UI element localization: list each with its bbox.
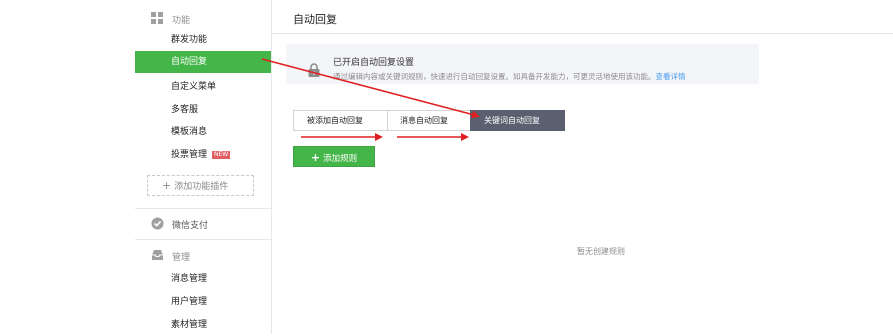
sidebar-item-template-message[interactable]: 模板消息 (135, 121, 271, 143)
new-badge: NEW (212, 151, 231, 159)
sidebar-group-payment-label: 微信支付 (172, 220, 209, 231)
sidebar: 功能 群发功能 自动回复 自定义菜单 多客服 模板消息 投票管理 NEW + 添加功… (135, 0, 272, 334)
grid-icon (151, 12, 165, 26)
sidebar-item-auto-reply[interactable]: 自动回复 (135, 51, 271, 73)
sidebar-group-payment[interactable]: 微信支付 (135, 213, 271, 235)
sidebar-item-user-manage[interactable]: 用户管理 (135, 291, 271, 313)
lock-icon (308, 63, 320, 77)
sidebar-group-features: 功能 (135, 8, 271, 30)
notice-description: 通过编辑内容或关键词规则，快速进行自动回复设置。如具备开发能力，可更灵活地使用该… (333, 71, 686, 82)
main-content: 自动回复 已开启自动回复设置 通过编辑内容或关键词规则，快速进行自动回复设置。如… (272, 0, 893, 334)
sidebar-item-vote-manage-label: 投票管理 (171, 150, 208, 160)
add-rule-label: 添加规则 (323, 154, 358, 164)
wechat-pay-icon (151, 217, 165, 231)
add-plugin-label: 添加功能插件 (174, 182, 229, 192)
inbox-icon (151, 249, 165, 263)
auto-reply-notice: 已开启自动回复设置 通过编辑内容或关键词规则，快速进行自动回复设置。如具备开发能… (286, 44, 759, 84)
sidebar-item-material-manage[interactable]: 素材管理 (135, 314, 271, 336)
add-plugin-button[interactable]: + 添加功能插件 (147, 175, 254, 196)
tab-keyword-auto-reply[interactable]: 关键词自动回复 (470, 110, 565, 131)
sidebar-divider (135, 239, 271, 240)
empty-state-text: 暂无创建规则 (577, 247, 625, 256)
sidebar-group-manage: 管理 (135, 245, 271, 267)
plus-icon: + (162, 179, 172, 192)
sidebar-group-features-label: 功能 (172, 15, 191, 26)
plus-icon: + (310, 151, 321, 164)
tab-added-auto-reply[interactable]: 被添加自动回复 (293, 110, 388, 131)
sidebar-item-message-manage[interactable]: 消息管理 (135, 268, 271, 290)
page-title: 自动回复 (293, 13, 337, 26)
sidebar-divider (135, 208, 271, 209)
notice-description-text: 通过编辑内容或关键词规则，快速进行自动回复设置。如具备开发能力，可更灵活地使用该… (333, 72, 656, 81)
sidebar-item-custom-menu[interactable]: 自定义菜单 (135, 76, 271, 98)
reply-type-tabs: 被添加自动回复 消息自动回复 关键词自动回复 (293, 110, 565, 131)
sidebar-item-mass-send[interactable]: 群发功能 (135, 29, 271, 51)
sidebar-item-customer-service[interactable]: 多客服 (135, 99, 271, 121)
sidebar-item-vote-manage[interactable]: 投票管理 NEW (135, 144, 271, 166)
tab-message-auto-reply[interactable]: 消息自动回复 (387, 110, 471, 131)
title-divider (272, 33, 893, 34)
add-rule-button[interactable]: + 添加规则 (293, 146, 375, 167)
notice-title: 已开启自动回复设置 (333, 58, 415, 68)
view-details-link[interactable]: 查看详情 (656, 72, 686, 81)
sidebar-group-manage-label: 管理 (172, 252, 191, 263)
